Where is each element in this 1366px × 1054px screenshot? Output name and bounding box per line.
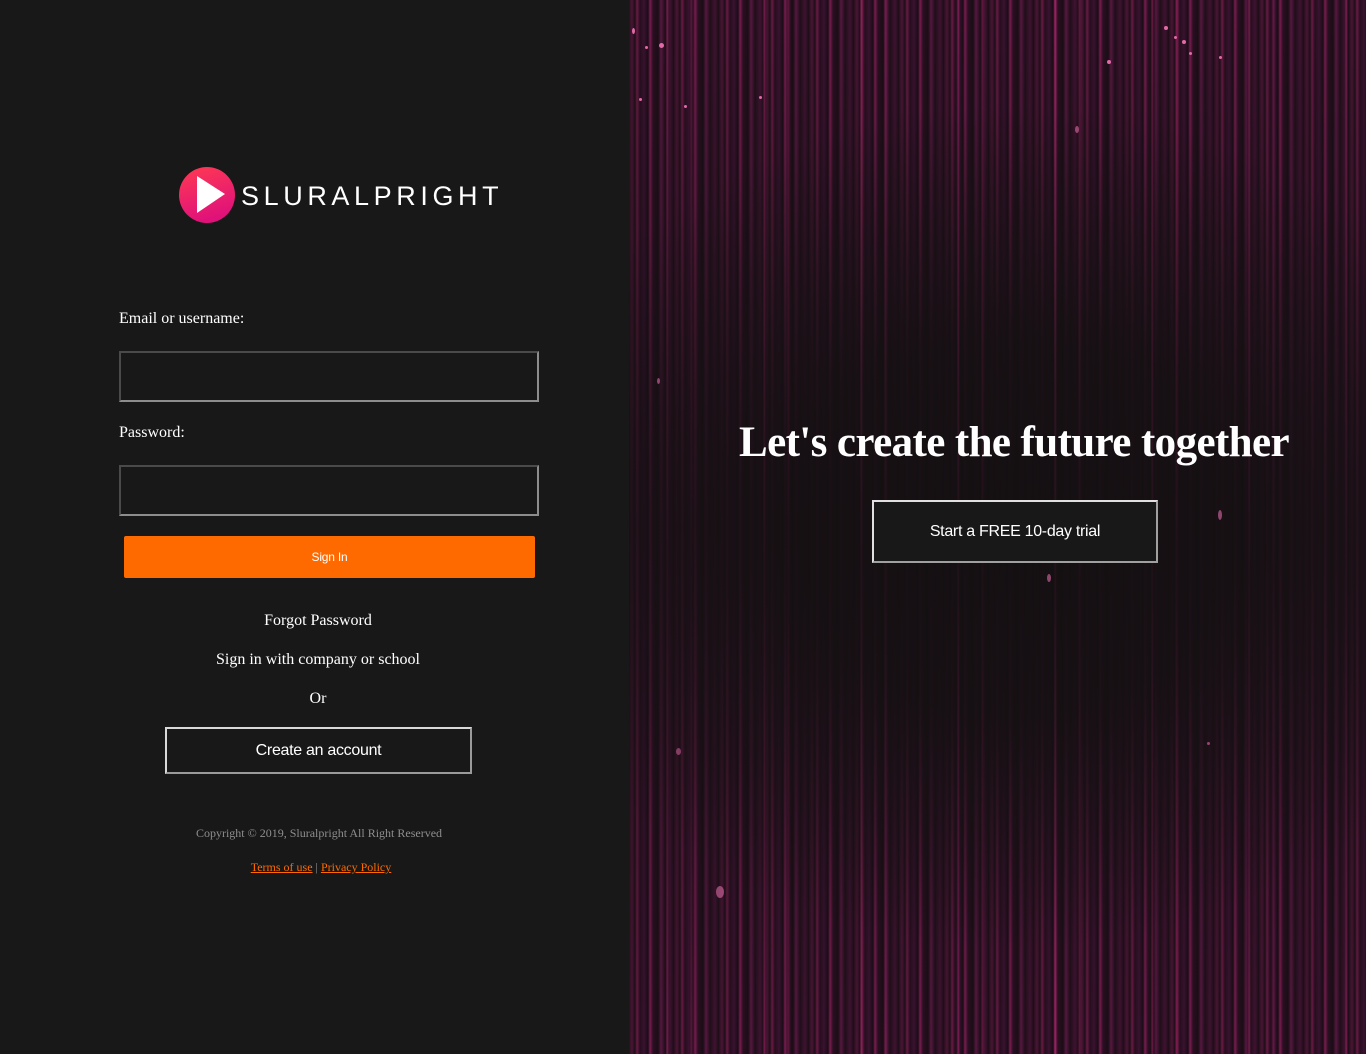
login-panel: SLURALPRIGHT Email or username: Password…: [0, 0, 629, 1054]
free-trial-button[interactable]: Start a FREE 10-day trial: [872, 500, 1158, 563]
footer-links: Terms of use | Privacy Policy: [0, 860, 642, 875]
hero-tagline: Let's create the future together: [739, 419, 1290, 466]
brand-name: SLURALPRIGHT: [241, 180, 504, 211]
sparkle: [759, 96, 762, 99]
sparkle: [1075, 126, 1079, 133]
login-page: SLURALPRIGHT Email or username: Password…: [0, 0, 1366, 1054]
sparkle: [659, 43, 664, 48]
create-account-button[interactable]: Create an account: [165, 727, 472, 774]
play-icon: [179, 159, 235, 231]
email-field[interactable]: [119, 351, 539, 402]
privacy-link[interactable]: Privacy Policy: [321, 860, 391, 874]
sparkle: [1107, 60, 1111, 64]
forgot-password-link[interactable]: Forgot Password: [0, 612, 636, 630]
sparkle: [676, 748, 681, 755]
sparkle: [639, 98, 642, 101]
sparkle: [1218, 510, 1222, 520]
hero-panel: Let's create the future together Start a…: [629, 0, 1366, 1054]
sparkle: [1174, 36, 1177, 39]
copyright-text: Copyright © 2019, Sluralpright All Right…: [195, 826, 443, 840]
company-sign-in-link[interactable]: Sign in with company or school: [0, 651, 636, 669]
sparkle: [1164, 26, 1168, 30]
sign-in-button[interactable]: Sign In: [124, 536, 535, 578]
footer-separator: |: [315, 860, 318, 874]
sparkle: [657, 378, 660, 384]
email-label: Email or username:: [119, 310, 245, 327]
sparkle: [1207, 742, 1210, 745]
sparkle: [632, 28, 635, 34]
sparkle: [1182, 40, 1186, 44]
sparkle: [684, 105, 687, 108]
sparkle: [1219, 56, 1222, 59]
terms-link[interactable]: Terms of use: [251, 860, 313, 874]
sparkle: [1047, 574, 1051, 582]
sparkle: [1189, 52, 1192, 55]
sparkle: [645, 46, 648, 49]
or-divider: Or: [309, 690, 327, 707]
password-field[interactable]: [119, 465, 539, 516]
password-label: Password:: [119, 424, 185, 441]
sparkle: [716, 886, 724, 898]
brand-logo[interactable]: SLURALPRIGHT: [179, 159, 503, 231]
